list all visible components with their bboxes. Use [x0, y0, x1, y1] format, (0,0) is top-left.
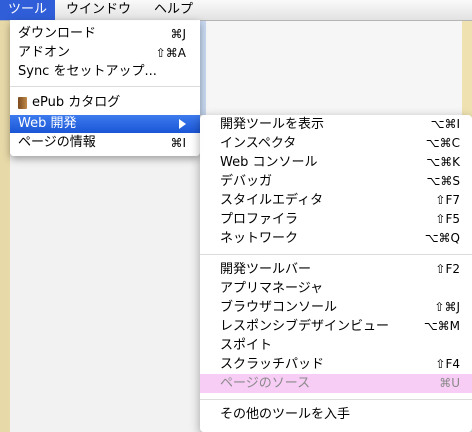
background-page-left: [0, 20, 10, 432]
submenu-item-eyedropper[interactable]: スポイト: [200, 336, 472, 355]
menu-item-shortcut: ⇧F7: [435, 193, 460, 207]
background-page-right: [200, 20, 472, 115]
submenu-item-toggle-tools[interactable]: 開発ツールを表示 ⌥⌘I: [200, 115, 472, 134]
menu-item-label: アドオン: [18, 45, 71, 60]
menu-separator: [200, 254, 472, 255]
submenu-item-responsive-design[interactable]: レスポンシブデザインビュー ⌥⌘M: [200, 317, 472, 336]
menu-item-shortcut: ⌥⌘M: [423, 319, 460, 333]
menu-item-label: スポイト: [220, 338, 273, 353]
menu-item-epub-catalog[interactable]: ePub カタログ: [10, 94, 200, 112]
submenu-item-page-source[interactable]: ページのソース ⌘U: [200, 374, 472, 393]
menu-item-label: レスポンシブデザインビュー: [220, 319, 390, 334]
background-page-strip: [462, 20, 472, 120]
menu-item-label: Sync をセットアップ...: [18, 64, 157, 79]
submenu-item-network[interactable]: ネットワーク ⌥⌘Q: [200, 229, 472, 248]
menu-item-downloads[interactable]: ダウンロード ⌘J: [10, 25, 200, 43]
menu-item-label: Web コンソール: [220, 155, 318, 170]
submenu-item-app-manager[interactable]: アプリマネージャ: [200, 279, 472, 298]
menu-item-shortcut: ⇧F4: [435, 357, 460, 371]
menu-item-shortcut: ⇧⌘J: [434, 300, 460, 314]
submenu-item-debugger[interactable]: デバッガ ⌥⌘S: [200, 172, 472, 191]
menu-item-shortcut: ⌥⌘C: [425, 136, 460, 150]
menu-item-shortcut: ⇧F5: [435, 212, 460, 226]
submenu-item-browser-console[interactable]: ブラウザコンソール ⇧⌘J: [200, 298, 472, 317]
submenu-item-developer-toolbar[interactable]: 開発ツールバー ⇧F2: [200, 260, 472, 279]
menu-item-sync-setup[interactable]: Sync をセットアップ...: [10, 63, 200, 81]
tools-menu: ダウンロード ⌘J アドオン ⇧⌘A Sync をセットアップ... ePub …: [10, 20, 200, 156]
submenu-item-inspector[interactable]: インスペクタ ⌥⌘C: [200, 134, 472, 153]
submenu-arrow-icon: [179, 119, 186, 129]
menu-item-label: ネットワーク: [220, 231, 299, 246]
menu-item-label: インスペクタ: [220, 136, 297, 151]
menu-item-label: ダウンロード: [18, 26, 97, 41]
menu-item-shortcut: ⌥⌘I: [430, 117, 460, 131]
menubar-tools[interactable]: ツール: [0, 0, 56, 20]
menu-item-shortcut: ⇧F2: [435, 262, 460, 276]
menu-separator: [10, 86, 200, 87]
menu-item-label: アプリマネージャ: [220, 281, 324, 296]
menu-item-shortcut: ⇧⌘A: [155, 46, 186, 60]
menu-item-shortcut: ⌥⌘K: [426, 155, 460, 169]
menu-item-page-info[interactable]: ページの情報 ⌘I: [10, 134, 200, 152]
menu-item-label: ページの情報: [18, 135, 96, 150]
menu-item-label: ePub カタログ: [32, 95, 121, 110]
menu-item-addons[interactable]: アドオン ⇧⌘A: [10, 44, 200, 62]
menu-item-label: スタイルエディタ: [220, 193, 324, 208]
menu-item-label: その他のツールを入手: [220, 407, 351, 422]
submenu-item-style-editor[interactable]: スタイルエディタ ⇧F7: [200, 191, 472, 210]
menu-item-shortcut: ⌘U: [439, 376, 460, 390]
menu-item-label: Web 開発: [18, 116, 77, 131]
web-developer-submenu: 開発ツールを表示 ⌥⌘I インスペクタ ⌥⌘C Web コンソール ⌥⌘K デバ…: [200, 115, 472, 432]
menubar-window[interactable]: ウインドウ: [58, 0, 139, 20]
submenu-item-scratchpad[interactable]: スクラッチパッド ⇧F4: [200, 355, 472, 374]
submenu-item-profiler[interactable]: プロファイラ ⇧F5: [200, 210, 472, 229]
background-page-accent: [200, 20, 206, 115]
submenu-item-get-more-tools[interactable]: その他のツールを入手: [200, 405, 472, 424]
menu-item-shortcut: ⌘I: [170, 136, 186, 150]
submenu-item-web-console[interactable]: Web コンソール ⌥⌘K: [200, 153, 472, 172]
menu-item-label: 開発ツールバー: [220, 262, 312, 277]
menu-separator: [200, 399, 472, 400]
menu-item-label: 開発ツールを表示: [220, 117, 325, 132]
book-icon: [18, 97, 27, 109]
menu-item-label: ブラウザコンソール: [220, 300, 338, 315]
menu-item-label: デバッガ: [220, 174, 273, 189]
menu-item-shortcut: ⌥⌘S: [426, 174, 460, 188]
menu-item-shortcut: ⌘J: [170, 27, 186, 41]
menubar: ツール ウインドウ ヘルプ: [0, 0, 472, 21]
menubar-help[interactable]: ヘルプ: [146, 0, 201, 20]
menu-item-label: プロファイラ: [220, 212, 299, 227]
menu-item-label: ページのソース: [220, 376, 311, 391]
menu-item-web-developer[interactable]: Web 開発: [10, 115, 200, 133]
menu-item-shortcut: ⌥⌘Q: [424, 231, 460, 245]
menu-item-label: スクラッチパッド: [220, 357, 325, 372]
